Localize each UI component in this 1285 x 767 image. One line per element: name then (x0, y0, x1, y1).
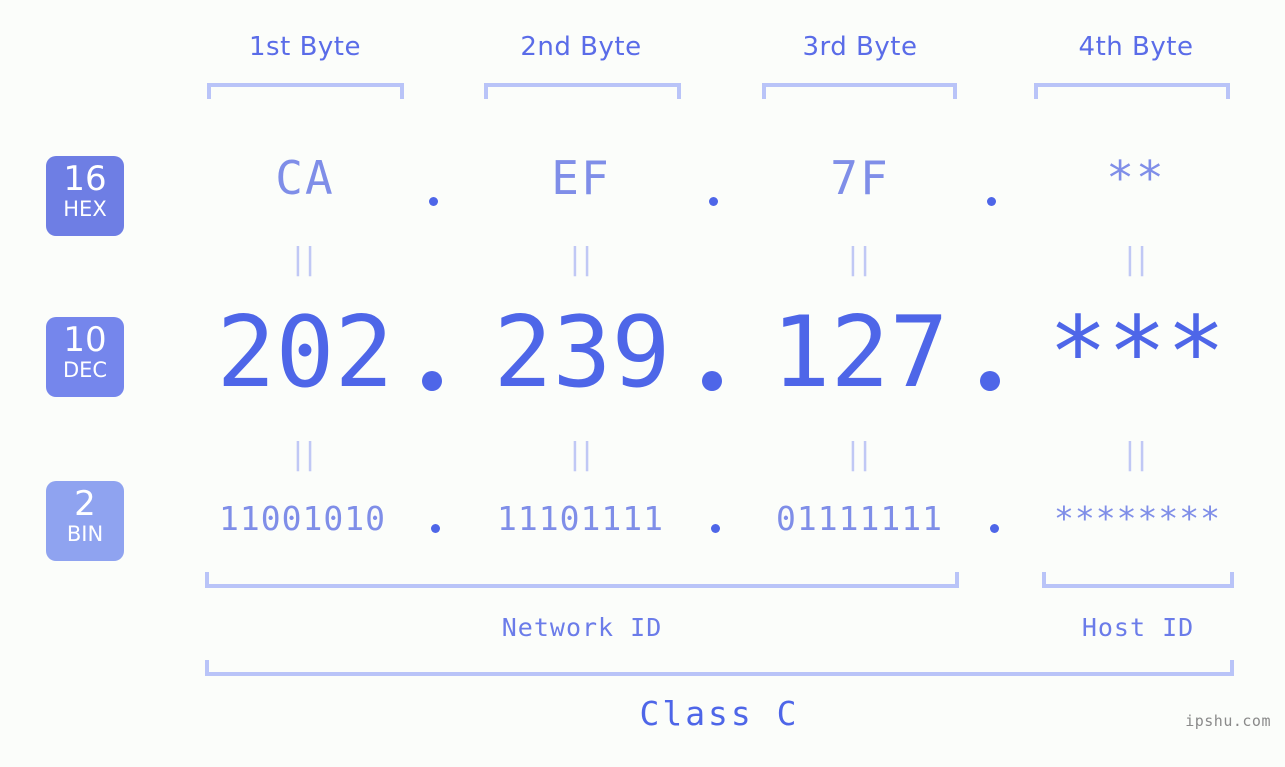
base-badge-bin: 2 BIN (46, 481, 124, 561)
base-badge-dec-label: DEC (62, 358, 108, 382)
dec-byte-2: 239 (493, 296, 671, 410)
ip-address-breakdown-diagram: 1st Byte 2nd Byte 3rd Byte 4th Byte 16 H… (0, 0, 1285, 767)
equals-connector-hex-dec-2: || (569, 242, 595, 277)
byte-bracket-3 (762, 83, 957, 99)
equals-connector-hex-dec-1: || (292, 242, 318, 277)
byte-header-4: 4th Byte (1078, 32, 1194, 62)
bin-byte-1: 11001010 (219, 499, 386, 538)
bin-byte-4: ******** (1054, 499, 1221, 538)
hex-byte-1: CA (275, 151, 335, 205)
byte-bracket-2 (484, 83, 681, 99)
base-badge-bin-label: BIN (66, 522, 104, 546)
equals-connector-dec-bin-4: || (1124, 437, 1150, 472)
base-badge-bin-number: 2 (74, 484, 96, 524)
base-badge-hex: 16 HEX (46, 156, 124, 236)
equals-connector-dec-bin-1: || (292, 437, 318, 472)
byte-bracket-4 (1034, 83, 1230, 99)
equals-connector-hex-dec-4: || (1124, 242, 1150, 277)
bin-separator-dot-1 (431, 524, 440, 533)
dec-byte-3: 127 (771, 296, 949, 410)
hex-byte-2: EF (551, 151, 611, 205)
equals-connector-dec-bin-3: || (847, 437, 873, 472)
dec-separator-dot-1 (422, 371, 442, 391)
dec-separator-dot-2 (702, 371, 722, 391)
hex-separator-dot-3 (987, 197, 996, 206)
equals-connector-hex-dec-3: || (847, 242, 873, 277)
base-badge-hex-label: HEX (63, 197, 107, 221)
hex-separator-dot-2 (709, 197, 718, 206)
byte-header-3: 3rd Byte (802, 32, 918, 62)
dec-byte-4: *** (1048, 296, 1226, 410)
base-badge-hex-number: 16 (63, 159, 107, 199)
class-bracket (205, 660, 1234, 676)
host-id-label: Host ID (1081, 613, 1195, 642)
hex-byte-4: ** (1106, 151, 1166, 205)
host-id-bracket (1042, 572, 1234, 588)
dec-separator-dot-3 (980, 371, 1000, 391)
bin-separator-dot-3 (990, 524, 999, 533)
bin-byte-2: 11101111 (497, 499, 664, 538)
byte-header-2: 2nd Byte (520, 32, 642, 62)
network-id-label: Network ID (501, 613, 663, 642)
hex-separator-dot-1 (429, 197, 438, 206)
dec-byte-1: 202 (216, 296, 394, 410)
bin-separator-dot-2 (711, 524, 720, 533)
byte-bracket-1 (207, 83, 404, 99)
equals-connector-dec-bin-2: || (569, 437, 595, 472)
bin-byte-3: 01111111 (776, 499, 943, 538)
site-watermark: ipshu.com (1185, 712, 1271, 730)
base-badge-dec: 10 DEC (46, 317, 124, 397)
class-label: Class C (639, 694, 800, 733)
hex-byte-3: 7F (830, 151, 890, 205)
base-badge-dec-number: 10 (63, 320, 107, 360)
byte-header-1: 1st Byte (249, 32, 361, 62)
network-id-bracket (205, 572, 959, 588)
